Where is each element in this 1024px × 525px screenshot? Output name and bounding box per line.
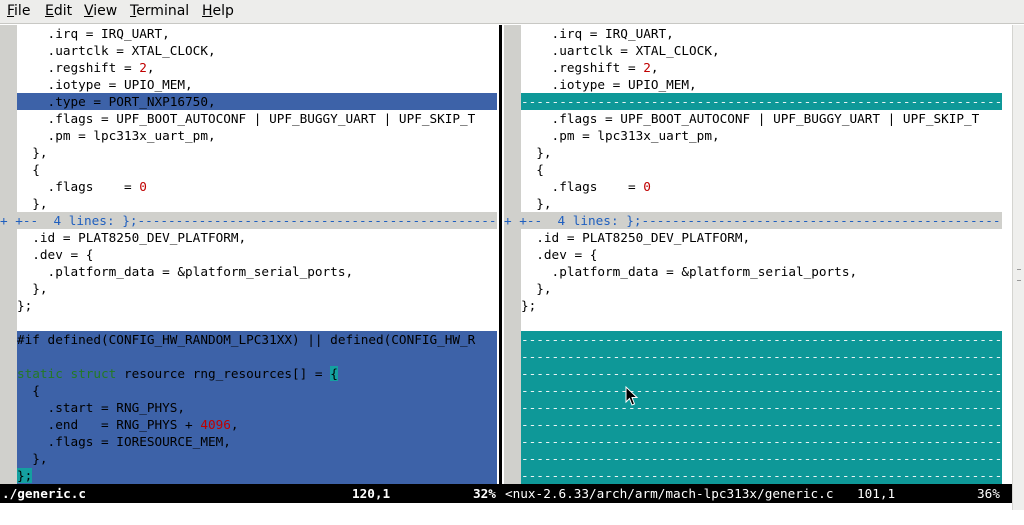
code-line: .platform_data = &platform_serial_ports, (521, 264, 858, 279)
code-line: { (17, 162, 40, 177)
vim-status-line: ./generic.c 120,1 32% <nux-2.6.33/arch/a… (0, 484, 1012, 503)
menu-bar: File Edit View Terminal Help (0, 0, 1024, 24)
status-right-filename: <nux-2.6.33/arch/arm/mach-lpc313x/generi… (505, 486, 834, 501)
code-line: .flags = UPF_BOOT_AUTOCONF | UPF_BUGGY_U… (17, 111, 476, 126)
status-left-percent: 32% (473, 486, 496, 501)
code-line: .iotype = UPIO_MEM, (17, 77, 193, 92)
added-line (17, 348, 497, 365)
menu-terminal[interactable]: Terminal (130, 3, 189, 19)
fold-line[interactable]: + +-- 4 lines: };-----------------------… (504, 212, 1002, 229)
code-line: .dev = { (17, 247, 94, 262)
diff-pane-right[interactable]: .irq = IRQ_UART, .uartclk = XTAL_CLOCK, … (504, 25, 1002, 484)
filler-line: ----------------------------------------… (521, 433, 1002, 450)
terminal-vim-diff[interactable]: .irq = IRQ_UART, .uartclk = XTAL_CLOCK, … (0, 25, 1012, 510)
code-line: .dev = { (521, 247, 598, 262)
fold-line[interactable]: + +-- 4 lines: };-----------------------… (0, 212, 497, 229)
code-line: .uartclk = XTAL_CLOCK, (521, 43, 720, 58)
code-line: { (521, 162, 544, 177)
code-line: .regshift = 2, (521, 60, 659, 75)
menu-edit[interactable]: Edit (45, 3, 72, 19)
code-line: }, (17, 145, 48, 160)
added-line: #if defined(CONFIG_HW_RANDOM_LPC31XX) ||… (17, 331, 497, 348)
code-line: }, (521, 196, 552, 211)
code-line: }, (521, 281, 552, 296)
code-line: .pm = lpc313x_uart_pm, (17, 128, 216, 143)
status-right-position: 101,1 (857, 486, 896, 501)
code-line: }, (17, 281, 48, 296)
added-line: }, (17, 450, 497, 467)
code-line: .iotype = UPIO_MEM, (521, 77, 697, 92)
menu-view[interactable]: View (84, 3, 117, 19)
terminal-scrollbar[interactable] (1012, 25, 1024, 510)
code-line: .irq = IRQ_UART, (17, 26, 170, 41)
added-line: .start = RNG_PHYS, (17, 399, 497, 416)
scrollbar-grip[interactable] (1017, 269, 1021, 281)
filler-line: ----------------------------------------… (521, 348, 1002, 365)
added-line: { (17, 382, 497, 399)
status-left-filename: ./generic.c (2, 486, 87, 501)
code-line: .flags = UPF_BOOT_AUTOCONF | UPF_BUGGY_U… (521, 111, 980, 126)
code-line: .platform_data = &platform_serial_ports, (17, 264, 354, 279)
filler-line: ----------------------------------------… (521, 450, 1002, 467)
filler-line: ----------------------------------------… (521, 365, 1002, 382)
vertical-split-separator[interactable] (497, 25, 504, 484)
filler-line: ----------------------------------------… (521, 93, 1002, 110)
code-line: }, (521, 145, 552, 160)
code-line: .irq = IRQ_UART, (521, 26, 674, 41)
added-line: .end = RNG_PHYS + 4096, (17, 416, 497, 433)
code-line: .flags = 0 (17, 179, 147, 194)
changed-line: .type = PORT_NXP16750, (17, 93, 497, 110)
added-line: .flags = IORESOURCE_MEM, (17, 433, 497, 450)
filler-line: ----------------------------------------… (521, 416, 1002, 433)
menu-help[interactable]: Help (202, 3, 234, 19)
filler-line: ----------------------------------------… (521, 382, 1002, 399)
code-line: }; (17, 298, 33, 313)
filler-line: ----------------------------------------… (521, 467, 1002, 484)
filler-line: ----------------------------------------… (521, 331, 1002, 348)
added-line: }; (17, 467, 497, 484)
code-line: .regshift = 2, (17, 60, 155, 75)
diff-pane-left[interactable]: .irq = IRQ_UART, .uartclk = XTAL_CLOCK, … (0, 25, 497, 484)
code-line: .pm = lpc313x_uart_pm, (521, 128, 720, 143)
code-line: }, (17, 196, 48, 211)
mouse-pointer-icon (625, 385, 639, 406)
status-left-position: 120,1 (352, 486, 391, 501)
filler-line: ----------------------------------------… (521, 399, 1002, 416)
code-line: .id = PLAT8250_DEV_PLATFORM, (17, 230, 247, 245)
added-line: static struct resource rng_resources[] =… (17, 365, 497, 382)
code-line: }; (521, 298, 537, 313)
status-right-percent: 36% (977, 486, 1000, 501)
menu-file[interactable]: File (7, 3, 30, 19)
code-line: .id = PLAT8250_DEV_PLATFORM, (521, 230, 751, 245)
code-line: .uartclk = XTAL_CLOCK, (17, 43, 216, 58)
code-line: .flags = 0 (521, 179, 651, 194)
